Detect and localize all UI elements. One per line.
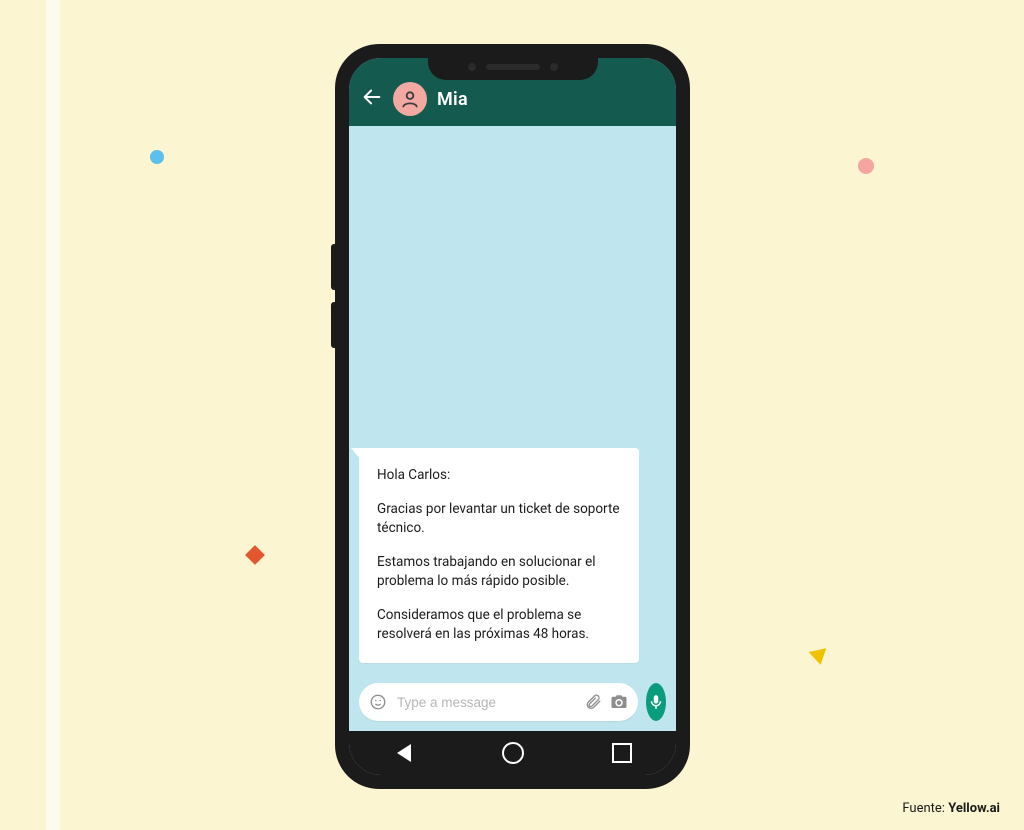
confetti-dot-blue xyxy=(150,150,164,164)
phone-screen: Mia Hola Carlos: Gracias por levantar un… xyxy=(349,58,676,775)
notch-speaker xyxy=(486,64,540,70)
confetti-triangle-yellow xyxy=(809,648,830,666)
message-input[interactable] xyxy=(395,694,576,711)
message-line-3: Consideramos que el problema se resolver… xyxy=(377,606,621,645)
incoming-message-bubble: Hola Carlos: Gracias por levantar un tic… xyxy=(359,448,639,663)
composer-bar xyxy=(349,675,676,731)
confetti-diamond-red xyxy=(245,545,265,565)
mic-button[interactable] xyxy=(646,683,666,721)
decorative-left-stripe xyxy=(46,0,60,830)
android-recent-button[interactable] xyxy=(597,731,647,775)
contact-name[interactable]: Mia xyxy=(437,89,468,110)
image-attribution: Fuente: Yellow.ai xyxy=(902,801,1000,816)
attribution-prefix: Fuente: xyxy=(902,801,948,816)
contact-avatar[interactable] xyxy=(393,82,427,116)
message-line-1: Gracias por levantar un ticket de soport… xyxy=(377,500,621,539)
android-back-button[interactable] xyxy=(379,731,429,775)
android-nav-bar xyxy=(349,731,676,775)
chat-body[interactable]: Hola Carlos: Gracias por levantar un tic… xyxy=(349,126,676,675)
phone-notch xyxy=(428,54,598,80)
back-arrow-icon[interactable] xyxy=(361,86,383,113)
notch-sensor xyxy=(468,63,476,71)
attribution-source: Yellow.ai xyxy=(948,801,1000,816)
attachment-icon[interactable] xyxy=(584,693,602,711)
confetti-dot-pink xyxy=(858,158,874,174)
phone-frame: Mia Hola Carlos: Gracias por levantar un… xyxy=(335,44,690,789)
message-line-2: Estamos trabajando en solucionar el prob… xyxy=(377,553,621,592)
composer-pill[interactable] xyxy=(359,683,638,721)
message-greeting: Hola Carlos: xyxy=(377,466,621,486)
notch-camera xyxy=(550,63,558,71)
emoji-icon[interactable] xyxy=(369,693,387,711)
camera-icon[interactable] xyxy=(610,693,628,711)
android-home-button[interactable] xyxy=(488,731,538,775)
